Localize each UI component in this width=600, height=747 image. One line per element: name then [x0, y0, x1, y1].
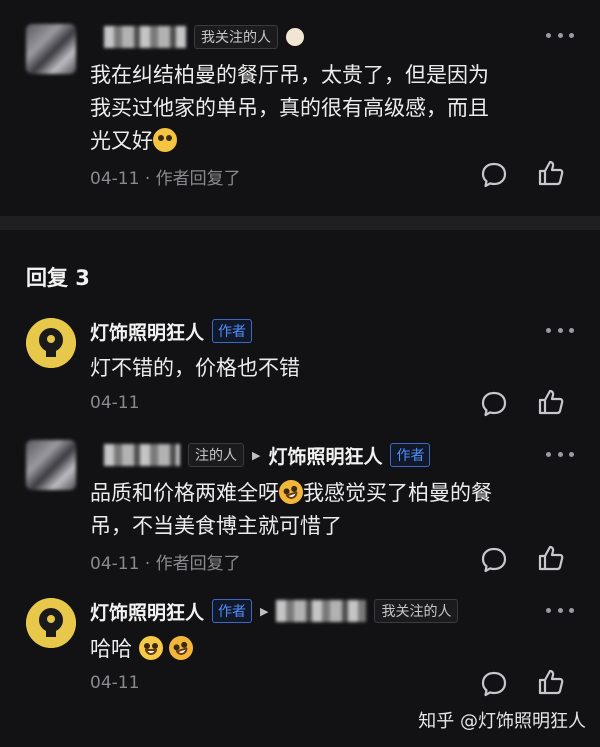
- comment-icon[interactable]: [479, 545, 509, 575]
- author-badge: 作者: [212, 599, 253, 623]
- author-replied-link[interactable]: 作者回复了: [156, 554, 241, 574]
- watermark: 知乎 @灯饰照明狂人: [418, 711, 586, 732]
- grinning-emoji: [138, 636, 163, 660]
- reply-header: 灯饰照明狂人 作者: [90, 316, 253, 346]
- comment-text: 我在纠结柏曼的餐厅吊，太贵了，但是因为 我买过他家的单吊，真的很有高级感，而且 …: [90, 63, 489, 153]
- like-icon[interactable]: [536, 158, 566, 188]
- author-avatar[interactable]: [26, 598, 76, 648]
- like-icon[interactable]: [536, 387, 566, 417]
- reply-date: 04-11: [90, 673, 140, 693]
- follow-badge: 我关注的人: [194, 25, 278, 49]
- comment-icon[interactable]: [479, 160, 509, 190]
- reply-date: 04-11: [90, 393, 140, 413]
- user-badge-icon: [286, 28, 304, 46]
- section-divider: [0, 216, 600, 230]
- avatar[interactable]: [26, 440, 76, 490]
- blurred-username[interactable]: [104, 444, 180, 466]
- follow-badge: 注的人: [188, 443, 244, 467]
- reply-to-name[interactable]: 灯饰照明狂人: [268, 442, 382, 469]
- blurred-username[interactable]: [104, 26, 186, 48]
- pleading-face-emoji: [153, 128, 177, 152]
- reply-header: 灯饰照明狂人 作者 ▶ 我关注的人: [90, 596, 459, 626]
- more-icon[interactable]: [546, 33, 574, 41]
- author-badge: 作者: [390, 443, 431, 467]
- comment-date: 04-11: [90, 169, 140, 189]
- comment-icon[interactable]: [479, 669, 509, 699]
- more-icon[interactable]: [546, 328, 574, 336]
- reply-text: 品质和价格两难全呀 我感觉买了柏曼的餐 吊，不当美食博主就可惜了: [90, 476, 570, 543]
- author-replied-link[interactable]: 作者回复了: [156, 169, 241, 189]
- avatar[interactable]: [26, 24, 76, 74]
- like-icon[interactable]: [536, 667, 566, 697]
- more-icon[interactable]: [546, 452, 574, 460]
- comment-meta: 04-11 · 作者回复了: [90, 169, 241, 189]
- author-name[interactable]: 灯饰照明狂人: [90, 318, 204, 345]
- reply-meta: 04-11 · 作者回复了: [90, 554, 241, 574]
- reply-header: 注的人 ▶ 灯饰照明狂人 作者: [104, 440, 431, 470]
- blurred-username[interactable]: [276, 600, 367, 622]
- like-icon[interactable]: [536, 543, 566, 573]
- author-badge: 作者: [212, 319, 253, 343]
- comment-header: 我关注的人: [104, 22, 304, 52]
- reply-date: 04-11: [90, 554, 140, 574]
- follow-badge: 我关注的人: [374, 599, 459, 623]
- reply-text: 哈哈: [90, 632, 197, 666]
- reply-text: 灯不错的，价格也不错: [90, 356, 300, 380]
- more-icon[interactable]: [546, 608, 574, 616]
- replies-count-title: 回复 3: [26, 266, 90, 290]
- laughing-emoji: [166, 632, 197, 664]
- author-name[interactable]: 灯饰照明狂人: [90, 598, 204, 625]
- comment-icon[interactable]: [479, 389, 509, 419]
- reply-arrow-icon: ▶: [260, 604, 269, 618]
- laughing-emoji: [275, 476, 307, 508]
- reply-arrow-icon: ▶: [252, 448, 261, 462]
- author-avatar[interactable]: [26, 318, 76, 368]
